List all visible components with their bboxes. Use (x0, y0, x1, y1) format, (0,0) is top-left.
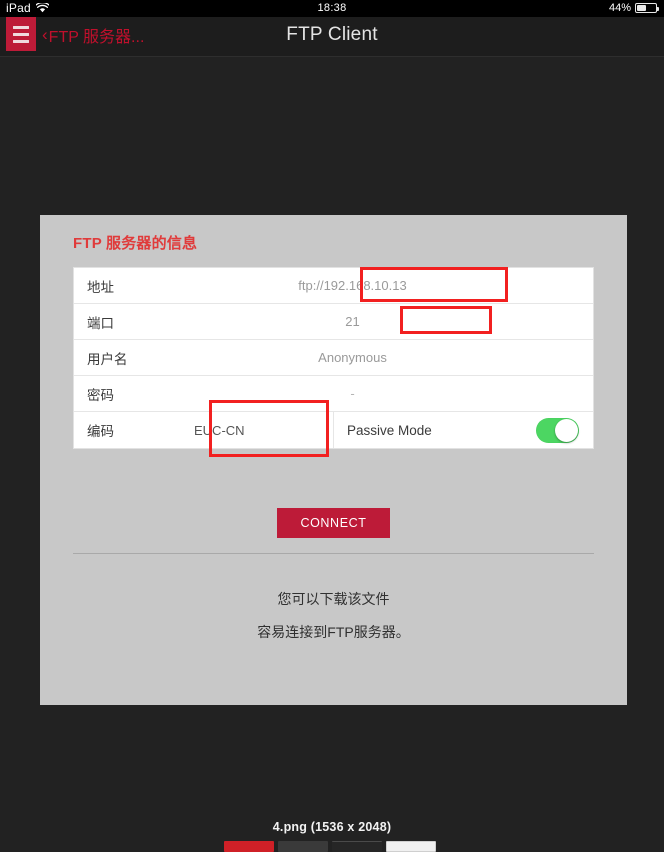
thumbnail-3[interactable] (332, 841, 382, 852)
username-label: 用户名 (87, 351, 128, 367)
password-input[interactable]: - (194, 386, 593, 401)
form-row-password[interactable]: 密码 - (74, 376, 593, 412)
encoding-label: 编码 (87, 424, 114, 439)
page-title: FTP Client (286, 24, 378, 45)
passive-mode-cell: Passive Mode (334, 412, 593, 448)
address-label: 地址 (87, 279, 114, 295)
ftp-server-info-form: 地址 ftp://192.168.10.13 端口 21 用户名 Anonymo… (73, 267, 594, 449)
thumbnail-1[interactable] (224, 841, 274, 852)
port-input[interactable]: 21 (194, 314, 593, 329)
section-divider (73, 553, 594, 554)
app-navigation-bar: ‹ FTP 服务器... FTP Client (0, 17, 664, 57)
form-row-username[interactable]: 用户名 Anonymous (74, 340, 593, 376)
panel-heading: FTP 服务器的信息 (73, 235, 198, 252)
encoding-value[interactable]: EUC-CN (194, 423, 245, 438)
note-line-2: 容易连接到FTP服务器。 (257, 624, 410, 640)
username-input[interactable]: Anonymous (194, 350, 593, 365)
ios-status-bar: iPad 18:38 44% (0, 0, 664, 17)
address-input[interactable]: ftp://192.168.10.13 (194, 278, 593, 293)
thumbnail-2[interactable] (278, 841, 328, 852)
battery-percent-label: 44% (608, 2, 631, 14)
screen-root: iPad 18:38 44% ‹ FTP 服务器... FTP Client F… (0, 0, 664, 852)
passive-mode-toggle[interactable] (536, 417, 579, 443)
encoding-cell[interactable]: 编码 EUC-CN (74, 412, 334, 448)
form-row-encoding-passive: 编码 EUC-CN Passive Mode (74, 412, 593, 448)
password-label: 密码 (87, 387, 114, 403)
passive-mode-label: Passive Mode (347, 422, 432, 438)
status-bar-clock: 18:38 (317, 2, 347, 14)
ftp-settings-panel: FTP 服务器的信息 地址 ftp://192.168.10.13 端口 21 … (40, 215, 627, 705)
thumbnail-4[interactable] (386, 841, 436, 852)
note-line-1: 您可以下载该文件 (277, 591, 390, 607)
battery-icon (635, 3, 659, 13)
form-row-port[interactable]: 端口 21 (74, 304, 593, 340)
status-bar-right: 44% (608, 2, 659, 14)
connect-button[interactable]: CONNECT (277, 508, 390, 538)
port-label: 端口 (87, 315, 114, 331)
toggle-knob (555, 418, 578, 442)
form-row-address[interactable]: 地址 ftp://192.168.10.13 (74, 268, 593, 304)
image-caption: 4.png (1536 x 2048) (272, 820, 392, 834)
thumbnail-strip[interactable] (224, 841, 448, 852)
